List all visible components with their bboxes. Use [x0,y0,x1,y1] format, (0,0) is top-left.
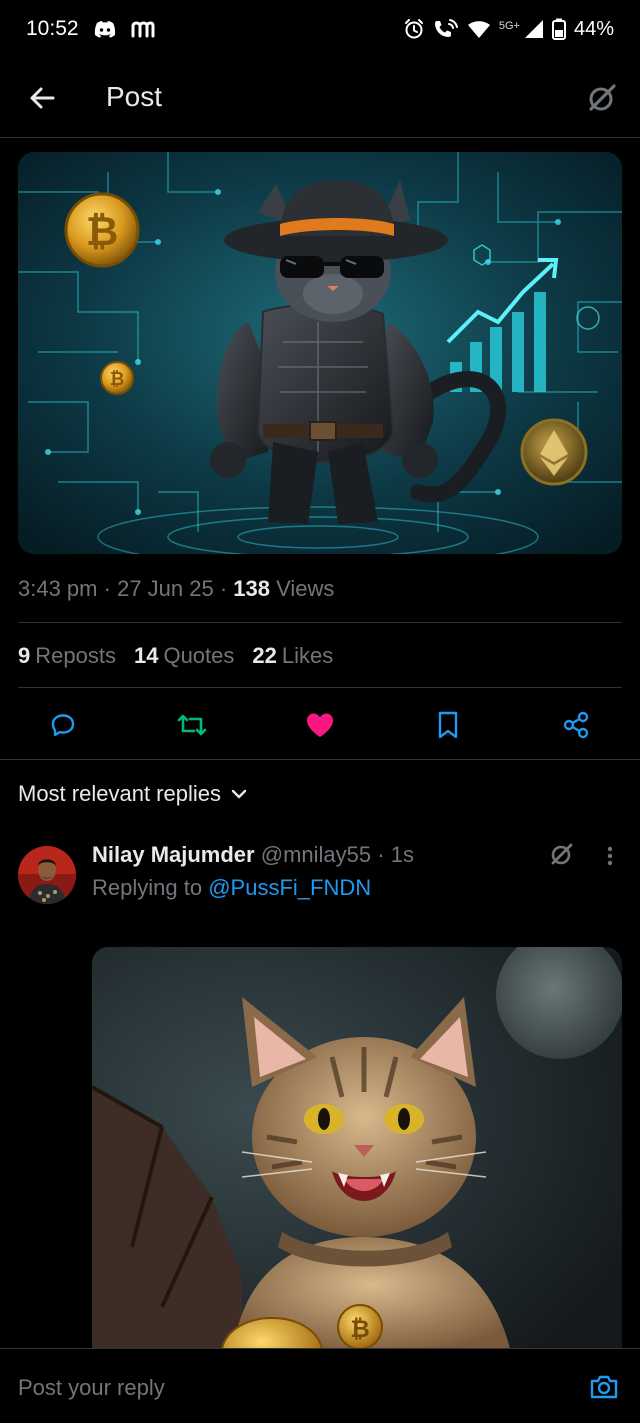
sort-label: Most relevant replies [18,781,221,806]
quotes-stat[interactable]: 14 Quotes [134,643,234,669]
network-type-label: 5G+ [498,19,520,32]
alarm-icon [403,18,425,40]
avatar[interactable] [18,846,76,904]
svg-text:₿: ₿ [86,209,119,255]
wifi-icon [467,19,491,39]
share-icon [563,711,589,739]
reply-author-handle[interactable]: @mnilay55 [261,842,371,867]
grok-icon [551,843,573,865]
divider [18,687,622,688]
quotes-count: 14 [133,643,159,668]
top-app-bar: Post [0,58,640,138]
m-app-icon [131,20,155,38]
replying-to-mention[interactable]: @PussFi_FNDN [208,875,371,900]
meta-separator: · [377,842,385,867]
battery-percent: 44% [573,17,614,40]
divider [18,622,622,623]
reply-image[interactable]: ₿ [92,947,622,1357]
repost-button[interactable] [175,708,209,742]
grok-button[interactable] [584,80,620,116]
bookmark-button[interactable] [431,708,465,742]
camera-icon [590,1375,618,1399]
bat-winged-cat-artwork: ₿ [92,947,622,1357]
replying-to-line: Replying to @PussFi_FNDN [92,875,371,901]
views-count: 138 [233,576,271,601]
divider [0,759,640,760]
discord-icon [93,20,117,38]
svg-text:₿: ₿ [110,369,125,390]
views-label: Views [276,576,335,601]
battery-icon [551,18,566,40]
like-button[interactable] [303,708,337,742]
heart-filled-icon [307,713,333,737]
quotes-label: Quotes [163,643,235,668]
post-timestamp-views: 3:43 pm · 27 Jun 25 · 138 Views [18,576,334,602]
page-title: Post [106,81,163,112]
signal-icon [524,19,544,39]
reply-header: Nilay Majumder @mnilay55 · 1s [92,842,414,868]
chevron-down-icon [231,789,247,799]
back-button[interactable] [26,82,58,114]
likes-stat[interactable]: 22 Likes [252,643,333,669]
reply-author-name[interactable]: Nilay Majumder [92,842,255,867]
bookmark-icon [438,711,458,739]
reply-time: 1s [390,842,414,867]
more-vertical-icon [607,846,613,866]
wifi-calling-icon [433,18,459,40]
post-time: 3:43 pm [18,576,98,601]
status-bar: 10:52 5G+ 44% [0,0,640,58]
reply-input[interactable]: Post your reply [18,1375,165,1401]
post-action-bar [0,700,640,750]
post-date: 27 Jun 25 [117,576,214,601]
camera-button[interactable] [588,1371,620,1403]
meta-separator: · [103,576,111,601]
reposts-count: 9 [18,643,31,668]
post-image[interactable]: ₿ ₿ [18,152,622,554]
likes-count: 22 [252,643,277,668]
cat-crypto-artwork: ₿ ₿ [18,152,622,554]
repost-icon [177,714,207,736]
replying-to-label: Replying to [92,875,203,900]
svg-text:₿: ₿ [350,1315,370,1343]
post-stats: 9 Reposts 14 Quotes 22 Likes [18,643,333,669]
comment-icon [51,714,75,737]
reply-composer: Post your reply [0,1348,640,1423]
reposts-stat[interactable]: 9 Reposts [18,643,116,669]
reply-button[interactable] [46,708,80,742]
arrow-left-icon [30,87,55,109]
share-button[interactable] [559,708,593,742]
likes-label: Likes [281,643,334,668]
reposts-label: Reposts [35,643,116,668]
reply-more-button[interactable] [600,842,620,870]
grok-icon [589,84,616,111]
replies-sort-dropdown[interactable]: Most relevant replies [18,781,249,807]
reply-grok-button[interactable] [548,840,576,868]
status-time: 10:52 [26,17,79,40]
meta-separator: · [219,576,228,601]
